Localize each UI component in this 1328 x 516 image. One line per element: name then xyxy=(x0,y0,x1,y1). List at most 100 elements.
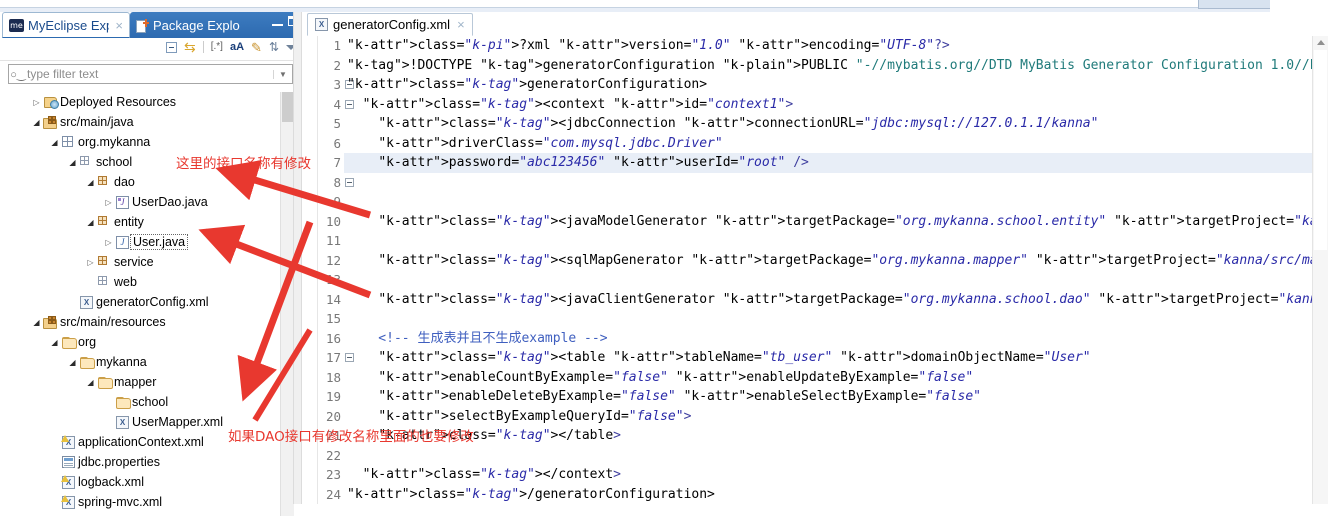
tree-item-label: src/main/resources xyxy=(60,315,166,329)
code-line[interactable]: "k-attr">driverClass="com.mysql.jdbc.Dri… xyxy=(347,134,1328,154)
folder-icon xyxy=(115,396,131,409)
tree-item-school[interactable]: ◢ school xyxy=(0,152,290,172)
tab-myeclipse-explorer[interactable]: me MyEclipse Expl × xyxy=(2,12,130,38)
line-number: 11 xyxy=(325,233,341,248)
editor-text-area[interactable]: 1 2 3 4 5 6 7 8 9 10 11 12 13 14 15 16 17 18 19 20 21 22 23 24 … xyxy=(303,36,1328,504)
code-line[interactable] xyxy=(347,173,1328,193)
tree-item-logback-xml[interactable]: Xlogback.xml xyxy=(0,472,290,492)
explorer-scrollbar[interactable] xyxy=(280,92,294,516)
collapse-arrow-icon[interactable]: ▷ xyxy=(85,258,96,267)
tree-item-icon xyxy=(78,356,95,369)
code-line[interactable]: "k-attr">password="abc123456" "k-attr">u… xyxy=(347,153,1328,173)
code-line[interactable]: "k-attr">class="k-tag"><javaClientGenera… xyxy=(347,290,1328,310)
code-line[interactable]: "k-attr">class="k-tag"></table> xyxy=(347,426,1328,446)
code-line[interactable] xyxy=(347,309,1328,329)
code-line[interactable]: "k-attr">class="k-tag"><context "k-attr"… xyxy=(347,95,1328,115)
code-line[interactable] xyxy=(347,270,1328,290)
expand-arrow-icon[interactable]: ◢ xyxy=(67,358,78,367)
chevron-down-icon[interactable]: ▼ xyxy=(273,69,292,79)
expand-arrow-icon[interactable]: ◢ xyxy=(85,218,96,227)
line-number: 15 xyxy=(325,311,341,326)
xml-warning-file-icon: X xyxy=(61,474,75,489)
tree-item-web[interactable]: web xyxy=(0,272,290,292)
collapse-all-icon[interactable] xyxy=(166,41,177,53)
tree-item-org[interactable]: ◢ org xyxy=(0,332,290,352)
focus-icon[interactable]: ✎ xyxy=(251,41,262,54)
tree-item-jdbc-properties[interactable]: jdbc.properties xyxy=(0,452,290,472)
tree-item-label: school xyxy=(132,395,169,409)
tree-item-dao[interactable]: ◢ dao xyxy=(0,172,290,192)
code-line[interactable] xyxy=(347,231,1328,251)
code-line[interactable]: "k-attr">selectByExampleQueryId="false"> xyxy=(347,407,1328,427)
collapse-arrow-icon[interactable]: ▷ xyxy=(103,238,114,247)
tree-item-org-mykanna[interactable]: ◢ org.mykanna xyxy=(0,132,290,152)
regex-filter-icon[interactable]: [.*] xyxy=(211,42,223,52)
expand-arrow-icon[interactable]: ◢ xyxy=(85,178,96,187)
minimize-icon[interactable] xyxy=(272,16,283,26)
tree-item-icon xyxy=(96,216,113,228)
collapse-arrow-icon[interactable]: ▷ xyxy=(103,198,114,207)
sort-icon[interactable]: ⇅ xyxy=(269,41,279,53)
tree-item-deployed-resources[interactable]: ▷ Deployed Resources xyxy=(0,92,290,112)
editor-marker-gutter[interactable] xyxy=(303,36,318,504)
tree-item-service[interactable]: ▷ service xyxy=(0,252,290,272)
code-line[interactable]: "k-attr">enableCountByExample="false" "k… xyxy=(347,368,1328,388)
xml-warning-file-icon: X xyxy=(61,494,75,509)
code-line[interactable]: "k-attr">class="k-tag"></context> xyxy=(347,465,1328,485)
tree-item-usermapper-xml[interactable]: X UserMapper.xml xyxy=(0,412,290,432)
tree-item-applicationcontext-xml[interactable]: XapplicationContext.xml xyxy=(0,432,290,452)
expand-arrow-icon[interactable]: ◢ xyxy=(67,158,78,167)
tree-item-spring-mvc-xml[interactable]: Xspring-mvc.xml xyxy=(0,492,290,512)
code-line[interactable]: "k-attr">enableDeleteByExample="false" "… xyxy=(347,387,1328,407)
tree-item-mapper[interactable]: ◢ mapper xyxy=(0,372,290,392)
tree-item-generatorconfig-xml[interactable]: XgeneratorConfig.xml xyxy=(0,292,290,312)
expand-arrow-icon[interactable]: ◢ xyxy=(49,338,60,347)
code-line[interactable]: "k-attr">class="k-tag"><jdbcConnection "… xyxy=(347,114,1328,134)
window-controls-group[interactable] xyxy=(1198,0,1272,9)
code-line[interactable]: <!-- 生成表并且不生成example --> xyxy=(347,329,1328,349)
code-line[interactable]: "k-attr">class="k-tag">/generatorConfigu… xyxy=(347,485,1328,505)
code-line[interactable]: "k-attr">class="k-tag"><sqlMapGenerator … xyxy=(347,251,1328,271)
close-icon[interactable]: × xyxy=(115,18,123,33)
filter-input[interactable]: type filter text xyxy=(27,67,273,81)
tree-item-user-java[interactable]: ▷ J User.java xyxy=(0,232,290,252)
line-number: 24 xyxy=(325,486,341,502)
tree-item-icon: J xyxy=(114,235,131,249)
code-line[interactable]: "k-attr">class="k-pi">?xml "k-attr">vers… xyxy=(347,36,1328,56)
expand-arrow-icon[interactable]: ◢ xyxy=(31,318,42,327)
scroll-up-icon[interactable] xyxy=(1317,40,1325,45)
panel-divider[interactable] xyxy=(293,12,302,504)
project-tree[interactable]: ▷ Deployed Resources ◢ src/main/java ◢ org.my… xyxy=(0,92,290,516)
camel-case-icon[interactable]: aA xyxy=(230,41,244,53)
tree-item-label: mapper xyxy=(114,375,157,389)
tree-item-entity[interactable]: ◢ entity xyxy=(0,212,290,232)
line-number: 5 xyxy=(333,116,341,131)
link-with-editor-icon[interactable]: ⇆ xyxy=(184,40,196,54)
tab-generator-config-xml[interactable]: X generatorConfig.xml × xyxy=(307,13,473,36)
close-icon[interactable]: × xyxy=(457,17,465,32)
tree-item-icon xyxy=(42,115,59,129)
code-line[interactable] xyxy=(347,192,1328,212)
expand-arrow-icon[interactable]: ◢ xyxy=(49,138,60,147)
tree-item-mykanna[interactable]: ◢ mykanna xyxy=(0,352,290,372)
expand-arrow-icon[interactable]: ◢ xyxy=(85,378,96,387)
expand-arrow-icon[interactable]: ◢ xyxy=(31,118,42,127)
code-line[interactable]: "k-attr">class="k-tag"><javaModelGenerat… xyxy=(347,212,1328,232)
code-line[interactable]: "k-attr">class="k-tag"><table "k-attr">t… xyxy=(347,348,1328,368)
tree-item-src-main-resources[interactable]: ◢ src/main/resources xyxy=(0,312,290,332)
editor-scrollbar[interactable] xyxy=(1312,36,1328,504)
code-line[interactable]: "k-attr">class="k-tag">generatorConfigur… xyxy=(347,75,1328,95)
editor-code-content[interactable]: "k-attr">class="k-pi">?xml "k-attr">vers… xyxy=(347,36,1328,504)
tree-item-icon xyxy=(96,276,113,288)
tree-item-src-main-java[interactable]: ◢ src/main/java xyxy=(0,112,290,132)
package-root-icon xyxy=(61,136,76,148)
editor-scrollbar-thumb[interactable] xyxy=(1314,50,1327,250)
code-line[interactable]: "k-tag">!DOCTYPE "k-tag">generatorConfig… xyxy=(347,56,1328,76)
collapse-arrow-icon[interactable]: ▷ xyxy=(31,98,42,107)
filter-input-container[interactable]: ○‿ type filter text ▼ xyxy=(8,64,293,84)
code-line[interactable] xyxy=(347,446,1328,466)
tree-item-school[interactable]: school xyxy=(0,392,290,412)
explorer-scrollbar-thumb[interactable] xyxy=(282,92,293,122)
tree-item-userdao-java[interactable]: ▷ J UserDao.java xyxy=(0,192,290,212)
tab-package-explorer[interactable]: Package Explo xyxy=(130,12,302,38)
